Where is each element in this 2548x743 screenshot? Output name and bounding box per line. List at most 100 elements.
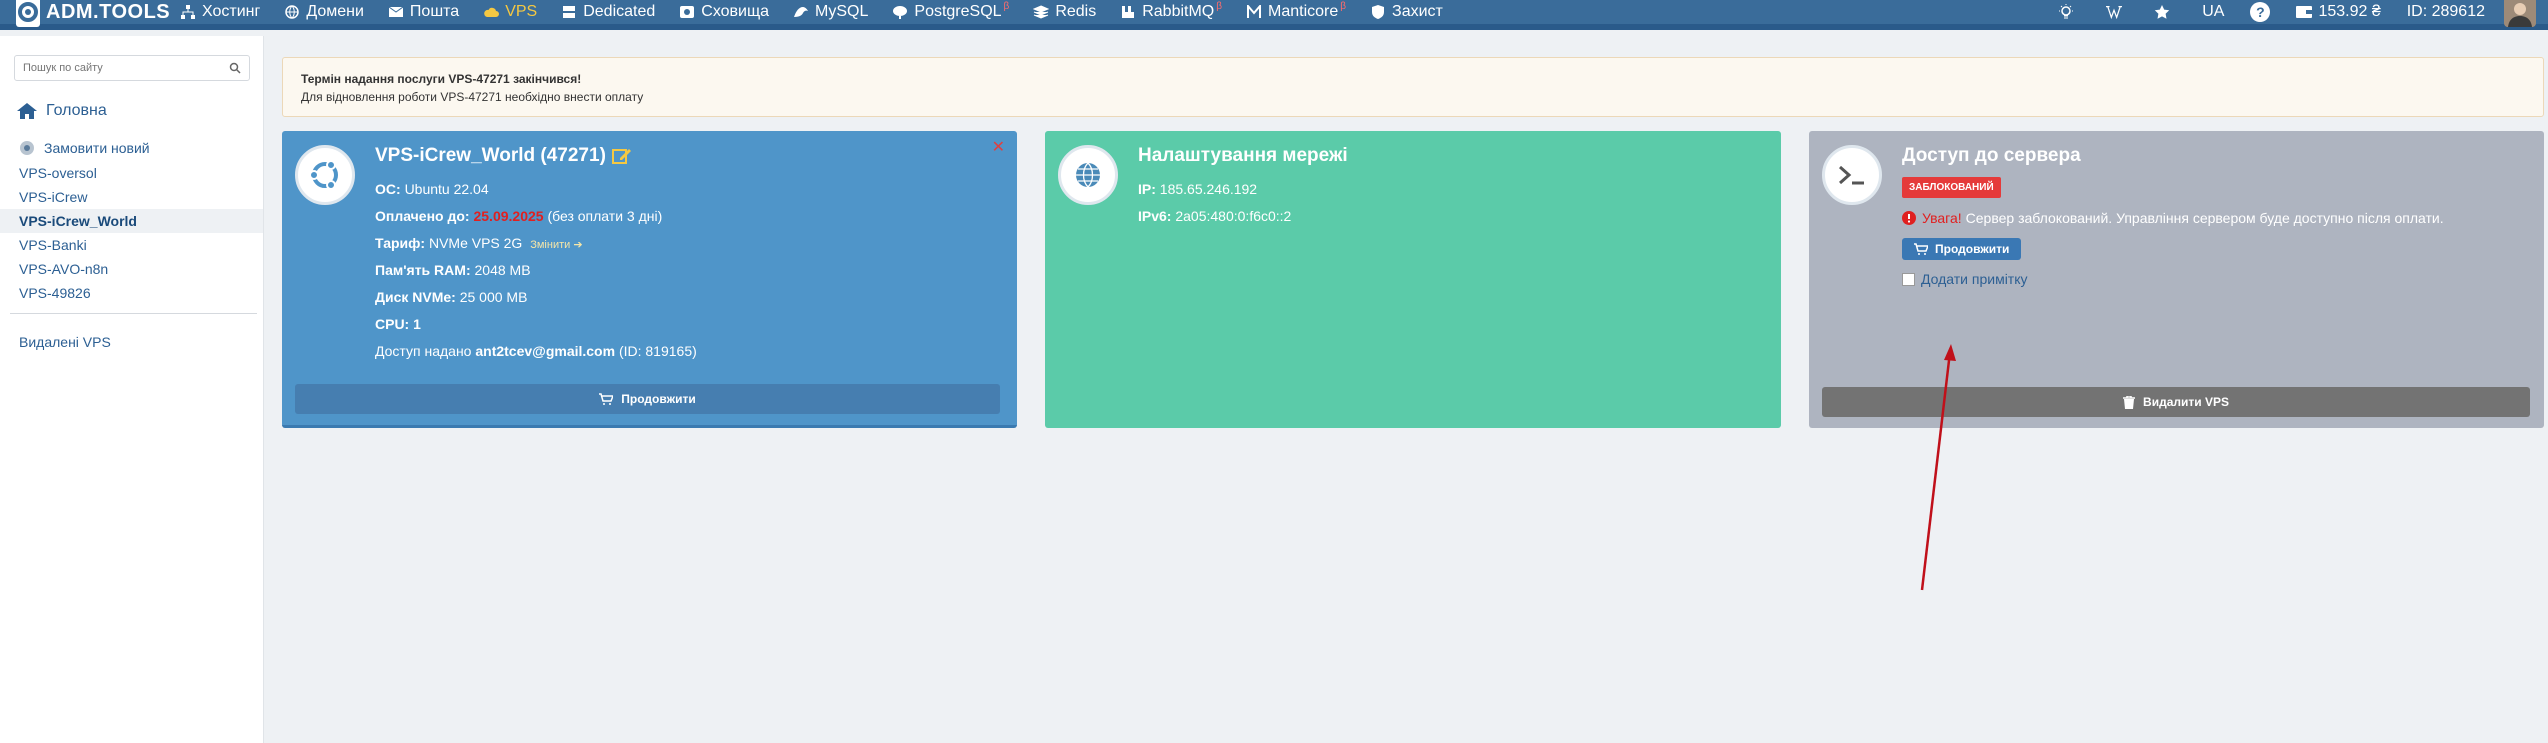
account-id-label: ID: 289612: [2406, 3, 2485, 20]
account-id[interactable]: ID: 289612: [2394, 0, 2498, 27]
nav-storage[interactable]: Сховища: [667, 0, 781, 27]
nav-mail[interactable]: Пошта: [376, 0, 471, 27]
wikipedia-icon: [2106, 4, 2123, 20]
home-label: Головна: [46, 102, 107, 119]
cpu-value: 1: [413, 316, 421, 332]
os-row: ОС: Ubuntu 22.04: [375, 181, 697, 197]
lightbulb-icon: [2058, 4, 2074, 20]
nav-vps[interactable]: VPS: [471, 0, 549, 27]
nav-protection-label: Захист: [1392, 3, 1443, 20]
close-icon[interactable]: ✕: [992, 137, 1005, 157]
sidebar: Головна Замовити новий VPS-oversol VPS-i…: [0, 36, 264, 743]
alert-text: Для відновлення роботи VPS-47271 необхід…: [301, 90, 644, 104]
home-icon: [17, 103, 37, 119]
paid-date: 25.09.2025: [473, 208, 544, 224]
cloud-icon: [483, 4, 500, 20]
sidebar-item-vps-49826[interactable]: VPS-49826: [0, 281, 263, 305]
nav-redis-label: Redis: [1055, 3, 1097, 20]
lightbulb-button[interactable]: [2045, 0, 2093, 27]
beta-badge: β: [1216, 0, 1223, 12]
nav-rabbitmq-label: RabbitMQ: [1142, 3, 1215, 20]
nav-domains-label: Домени: [306, 3, 364, 20]
envelope-icon: [388, 4, 404, 20]
nav-hosting-label: Хостинг: [202, 3, 261, 20]
redis-icon: [1033, 4, 1050, 20]
access-label: Доступ надано: [375, 343, 472, 359]
help-button[interactable]: ?: [2237, 0, 2283, 27]
extend-small-button[interactable]: Продовжити: [1902, 238, 2022, 260]
delete-vps-button[interactable]: Видалити VPS: [1822, 387, 2530, 417]
extend-small-label: Продовжити: [1935, 242, 2010, 256]
deleted-vps-link[interactable]: Видалені VPS: [19, 334, 263, 350]
balance-value: 153.92 ₴: [2318, 3, 2381, 20]
ip-label: IP:: [1138, 181, 1156, 197]
edit-icon[interactable]: [611, 147, 632, 165]
nav-mysql[interactable]: MySQL: [781, 0, 880, 27]
brand-logo[interactable]: ADM.TOOLS: [0, 0, 171, 27]
ip-value: 185.65.246.192: [1159, 181, 1258, 197]
sidebar-item-vps-icrew[interactable]: VPS-iCrew: [0, 185, 263, 209]
extend-button-label: Продовжити: [621, 392, 696, 406]
brand-name: ADM.TOOLS: [46, 0, 171, 23]
tariff-value: NVMe VPS 2G: [428, 235, 523, 251]
disk-value: 25 000 MB: [459, 289, 528, 305]
tariff-row: Тариф: NVMe VPS 2G Змінити ➔: [375, 235, 697, 251]
change-tariff-link[interactable]: Змінити ➔: [530, 239, 582, 251]
vps-info-card: ✕ VPS-iCrew_World (47271) ОС: Ubuntu 22.…: [282, 131, 1017, 428]
access-body: Доступ до сервера ЗАБЛОКОВАНИЙ Увага! Се…: [1902, 145, 2444, 287]
ip-row: IP: 185.65.246.192: [1138, 181, 1348, 197]
nav-domains[interactable]: Домени: [272, 0, 376, 27]
avatar[interactable]: [2504, 0, 2536, 27]
nav-right-group: UA ? 153.92 ₴ ID: 289612: [2045, 0, 2548, 27]
shield-icon: [1370, 4, 1386, 20]
extend-button[interactable]: Продовжити: [295, 384, 1000, 414]
nav-hosting[interactable]: Хостинг: [168, 0, 272, 27]
favorites-button[interactable]: [2141, 0, 2189, 27]
sidebar-item-vps-oversol[interactable]: VPS-oversol: [0, 161, 263, 185]
nav-rabbitmq[interactable]: RabbitMQ β: [1108, 0, 1234, 27]
network-settings-card: Налаштування мережі IP: 185.65.246.192 I…: [1045, 131, 1781, 428]
tariff-label: Тариф:: [375, 235, 426, 251]
server-access-card: Доступ до сервера ЗАБЛОКОВАНИЙ Увага! Се…: [1809, 131, 2544, 428]
language-label: UA: [2202, 3, 2225, 20]
balance[interactable]: 153.92 ₴: [2283, 0, 2393, 27]
add-note-label: Додати примітку: [1921, 271, 2028, 287]
warning-icon: [1902, 211, 1916, 225]
beta-badge: β: [1340, 0, 1347, 12]
ubuntu-icon: [295, 145, 355, 205]
search-input[interactable]: [23, 62, 229, 74]
access-title: Доступ до сервера: [1902, 145, 2081, 166]
nav-postgresql[interactable]: PostgreSQL β: [880, 0, 1021, 27]
nav-redis[interactable]: Redis: [1021, 0, 1108, 27]
nav-protection[interactable]: Захист: [1358, 0, 1455, 27]
top-navigation-bar: ADM.TOOLS Хостинг Домени Пошта VPS Dedic…: [0, 0, 2548, 30]
add-note-link[interactable]: Додати примітку: [1902, 271, 2444, 287]
paid-note: (без оплати 3 дні): [547, 208, 663, 224]
wiki-button[interactable]: [2093, 0, 2141, 27]
sidebar-item-vps-banki[interactable]: VPS-Banki: [0, 233, 263, 257]
search-box: [14, 55, 250, 81]
cart-icon: [1914, 243, 1928, 255]
order-new-vps-link[interactable]: Замовити новий: [20, 139, 263, 157]
arrow-right-icon: ➔: [573, 239, 583, 251]
sidebar-divider: [10, 313, 257, 314]
manticore-icon: [1246, 4, 1262, 20]
server-icon: [561, 4, 577, 20]
sidebar-item-vps-icrew-world[interactable]: VPS-iCrew_World: [0, 209, 263, 233]
nav-manticore[interactable]: Manticore β: [1234, 0, 1358, 27]
cart-icon: [599, 393, 614, 405]
sidebar-item-vps-avo-n8n[interactable]: VPS-AVO-n8n: [0, 257, 263, 281]
ipv6-row: IPv6: 2a05:480:0:f6c0::2: [1138, 208, 1348, 224]
sidebar-home-link[interactable]: Головна: [16, 99, 263, 123]
network-body: Налаштування мережі IP: 185.65.246.192 I…: [1138, 145, 1348, 224]
search-icon[interactable]: [229, 62, 241, 74]
globe-icon: [1058, 145, 1118, 205]
nav-postgresql-label: PostgreSQL: [914, 3, 1002, 20]
nav-dedicated[interactable]: Dedicated: [549, 0, 667, 27]
nav-mysql-label: MySQL: [815, 3, 869, 20]
language-switcher[interactable]: UA: [2189, 0, 2237, 27]
nav-mail-label: Пошта: [409, 3, 460, 20]
delete-vps-label: Видалити VPS: [2143, 395, 2229, 409]
nav-vps-label: VPS: [505, 3, 538, 20]
add-note-checkbox[interactable]: [1902, 272, 1915, 286]
